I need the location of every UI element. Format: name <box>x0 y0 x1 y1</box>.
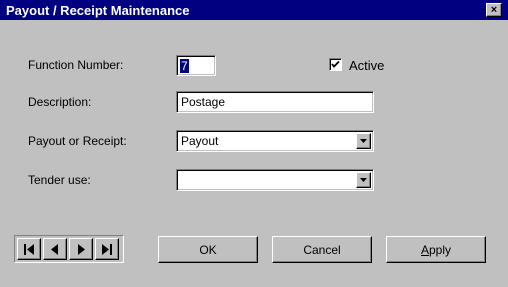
payout-or-receipt-value: Payout <box>181 134 219 148</box>
close-icon: × <box>490 3 498 16</box>
cancel-button-label: Cancel <box>303 242 341 257</box>
tender-use-select[interactable] <box>176 169 374 191</box>
window-title: Payout / Receipt Maintenance <box>6 2 190 18</box>
close-button[interactable]: × <box>486 3 502 17</box>
chevron-down-icon <box>360 139 367 143</box>
payout-or-receipt-select[interactable]: Payout <box>176 130 374 152</box>
payout-or-receipt-dropdown-button[interactable] <box>356 133 371 149</box>
first-record-icon <box>24 243 34 255</box>
tender-use-label: Tender use: <box>28 173 91 187</box>
last-record-button[interactable] <box>95 238 119 260</box>
apply-accelerator: A <box>420 242 429 257</box>
tender-use-dropdown-button[interactable] <box>356 172 371 188</box>
description-value: Postage <box>181 95 226 109</box>
previous-record-button[interactable] <box>43 238 67 260</box>
chevron-down-icon <box>360 178 367 182</box>
ok-button-label: OK <box>199 242 217 257</box>
apply-button-label: Apply <box>421 243 451 257</box>
next-record-icon <box>78 243 85 255</box>
first-record-button[interactable] <box>17 238 41 260</box>
ok-button[interactable]: OK <box>158 236 258 263</box>
next-record-button[interactable] <box>69 238 93 260</box>
function-number-value: 7 <box>180 59 189 73</box>
last-record-icon <box>102 243 112 255</box>
record-navigator <box>14 235 124 263</box>
previous-record-icon <box>51 243 58 255</box>
function-number-field[interactable]: 7 <box>176 55 216 76</box>
cancel-button[interactable]: Cancel <box>272 236 372 263</box>
checkmark-icon <box>331 60 340 68</box>
description-label: Description: <box>28 95 92 109</box>
dialog-window: Payout / Receipt Maintenance × Function … <box>0 0 508 287</box>
function-number-label: Function Number: <box>28 58 124 72</box>
description-field[interactable]: Postage <box>176 91 374 113</box>
apply-button[interactable]: Apply <box>386 236 486 263</box>
payout-or-receipt-label: Payout or Receipt: <box>28 134 127 148</box>
apply-label-rest: pply <box>429 242 452 257</box>
active-label: Active <box>349 58 385 73</box>
title-bar: Payout / Receipt Maintenance × <box>0 0 508 20</box>
active-checkbox[interactable] <box>329 58 342 71</box>
